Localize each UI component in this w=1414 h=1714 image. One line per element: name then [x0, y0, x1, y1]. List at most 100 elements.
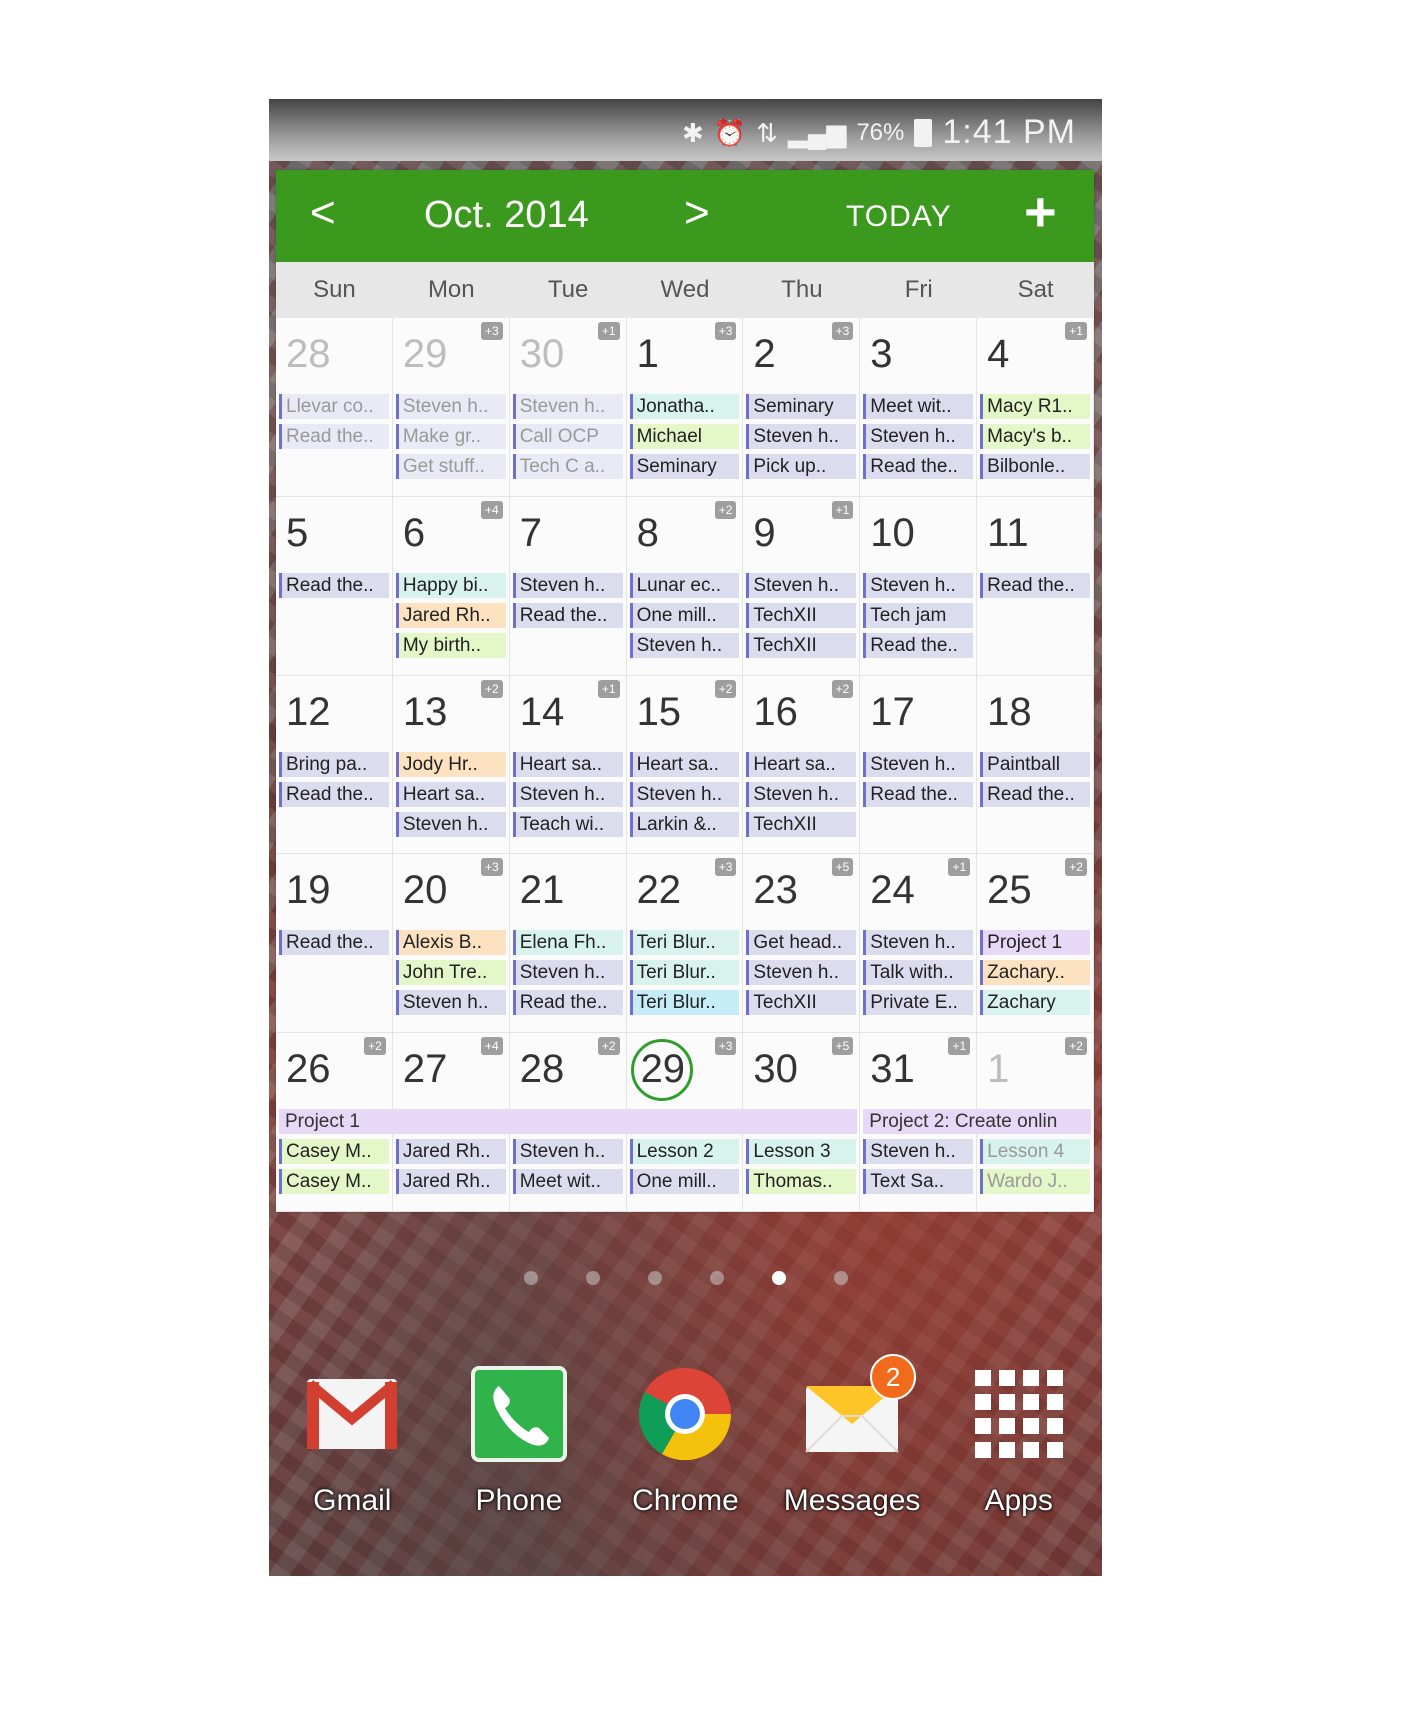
event-chip[interactable]: Steven h.. [512, 781, 623, 807]
event-chip[interactable]: My birth.. [395, 632, 506, 658]
event-chip[interactable]: Teri Blur.. [629, 990, 740, 1016]
event-chip[interactable]: Casey M.. [279, 1139, 389, 1165]
event-chip[interactable]: Text Sa.. [863, 1169, 974, 1195]
event-chip[interactable]: Steven h.. [395, 394, 506, 419]
day-cell[interactable]: 28 Llevar co.. Read the.. [276, 318, 393, 497]
event-chip[interactable]: Steven h.. [863, 1139, 974, 1165]
event-chip[interactable]: Macy R1.. [980, 394, 1090, 419]
chrome-app[interactable]: Chrome [610, 1354, 760, 1554]
event-chip[interactable]: Steven h.. [512, 572, 623, 598]
event-chip[interactable]: Get stuff.. [395, 454, 506, 479]
event-chip[interactable]: Alexis B.. [395, 930, 506, 956]
apps-drawer[interactable]: Apps [944, 1354, 1094, 1554]
event-chip[interactable]: Steven h.. [863, 930, 974, 956]
event-chip[interactable]: Jared Rh.. [395, 602, 506, 628]
event-chip[interactable]: Macy's b.. [980, 424, 1090, 449]
event-chip[interactable]: Heart sa.. [629, 751, 740, 777]
event-chip[interactable]: Zachary [980, 990, 1090, 1016]
event-chip[interactable]: Read the.. [279, 781, 389, 807]
event-chip[interactable]: Meet wit.. [863, 394, 974, 419]
event-chip[interactable]: Read the.. [512, 602, 623, 628]
event-chip[interactable]: Steven h.. [746, 960, 857, 986]
event-chip[interactable]: Heart sa.. [512, 751, 623, 777]
event-chip[interactable]: Jody Hr.. [395, 751, 506, 777]
event-chip[interactable]: Steven h.. [512, 394, 623, 419]
event-chip[interactable]: Read the.. [980, 781, 1090, 807]
page-dot-active[interactable] [771, 1271, 786, 1285]
month-title[interactable]: Oct. 2014 [424, 194, 589, 237]
event-chip[interactable]: Steven h.. [395, 990, 506, 1016]
page-dot[interactable] [523, 1271, 538, 1285]
event-chip[interactable]: Steven h.. [746, 424, 857, 449]
event-chip[interactable]: Teach wi.. [512, 811, 623, 837]
event-chip[interactable]: Lunar ec.. [629, 572, 740, 598]
event-chip[interactable]: Private E.. [863, 990, 974, 1016]
event-chip[interactable]: Read the.. [863, 632, 974, 658]
day-cell[interactable]: 7 Steven h.. Read the.. [509, 496, 627, 676]
day-cell[interactable]: 21 Elena Fh.. Steven h.. Read the.. [509, 854, 627, 1034]
day-cell[interactable]: 5 Read the.. [276, 496, 393, 676]
event-chip[interactable]: TechXII [746, 632, 857, 658]
gmail-app[interactable]: Gmail [277, 1354, 427, 1554]
event-chip[interactable]: Steven h.. [863, 424, 974, 449]
day-cell[interactable]: 13 +2 Jody Hr.. Heart sa.. Steven h.. [392, 675, 510, 855]
event-chip[interactable]: Seminary [746, 394, 857, 419]
day-cell[interactable]: 2 +3 Seminary Steven h.. Pick up.. [743, 318, 861, 497]
day-cell[interactable]: 19 Read the.. [276, 854, 393, 1034]
multi-day-event[interactable]: Project 1 [279, 1109, 858, 1135]
day-cell[interactable]: 9 +1 Steven h.. TechXII TechXII [743, 496, 861, 676]
event-chip[interactable]: Make gr.. [395, 424, 506, 449]
event-chip[interactable]: Jared Rh.. [395, 1169, 506, 1195]
event-chip[interactable]: Read the.. [279, 930, 389, 956]
event-chip[interactable]: Bilbonle.. [980, 454, 1090, 479]
event-chip[interactable]: Tech C a.. [512, 454, 623, 479]
event-chip[interactable]: Read the.. [279, 424, 389, 449]
event-chip[interactable]: Steven h.. [395, 811, 506, 837]
event-chip[interactable]: Seminary [629, 454, 740, 479]
event-chip[interactable]: Meet wit.. [512, 1169, 623, 1195]
event-chip[interactable]: TechXII [746, 602, 857, 628]
day-cell[interactable]: 16 +2 Heart sa.. Steven h.. TechXII [743, 675, 861, 855]
event-chip[interactable]: Jared Rh.. [395, 1139, 506, 1165]
day-cell[interactable]: 12 Bring pa.. Read the.. [276, 675, 393, 855]
page-dot[interactable] [709, 1271, 724, 1285]
event-chip[interactable]: TechXII [746, 811, 857, 837]
page-dot[interactable] [585, 1271, 600, 1285]
event-chip[interactable]: Michael [629, 424, 740, 449]
day-cell[interactable]: 29 +3 Steven h.. Make gr.. Get stuff.. [392, 318, 510, 497]
day-cell[interactable]: 23 +5 Get head.. Steven h.. TechXII [743, 854, 861, 1034]
phone-app[interactable]: Phone [444, 1354, 594, 1554]
event-chip[interactable]: Read the.. [512, 990, 623, 1016]
event-chip[interactable]: Read the.. [279, 572, 389, 598]
day-cell[interactable]: 17 Steven h.. Read the.. [860, 675, 978, 855]
day-cell[interactable]: 25 +2 Project 1 Zachary.. Zachary [977, 854, 1094, 1034]
event-chip[interactable]: Lesson 4 [980, 1139, 1090, 1165]
event-chip[interactable]: TechXII [746, 990, 857, 1016]
event-chip[interactable]: One mill.. [629, 1169, 740, 1195]
event-chip[interactable]: Teri Blur.. [629, 960, 740, 986]
day-cell[interactable]: 10 Steven h.. Tech jam Read the.. [860, 496, 978, 676]
event-chip[interactable]: Read the.. [863, 781, 974, 807]
event-chip[interactable]: Elena Fh.. [512, 930, 623, 956]
event-chip[interactable]: Steven h.. [629, 632, 740, 658]
page-dot[interactable] [647, 1271, 662, 1285]
event-chip[interactable]: Teri Blur.. [629, 930, 740, 956]
day-cell[interactable]: 14 +1 Heart sa.. Steven h.. Teach wi.. [509, 675, 627, 855]
event-chip[interactable]: Read the.. [980, 572, 1090, 598]
multi-day-event[interactable]: Project 2: Create onlin [863, 1109, 1091, 1135]
event-chip[interactable]: Jonatha.. [629, 394, 740, 419]
day-cell[interactable]: 3 Meet wit.. Steven h.. Read the.. [860, 318, 978, 497]
day-cell[interactable]: 24 +1 Steven h.. Talk with.. Private E.. [860, 854, 978, 1034]
event-chip[interactable]: Pick up.. [746, 454, 857, 479]
today-button[interactable]: TODAY [846, 200, 952, 234]
day-cell[interactable]: 8 +2 Lunar ec.. One mill.. Steven h.. [626, 496, 744, 676]
day-cell[interactable]: 11 Read the.. [977, 496, 1094, 676]
event-chip[interactable]: Happy bi.. [395, 572, 506, 598]
event-chip[interactable]: Steven h.. [512, 1139, 623, 1165]
event-chip[interactable]: Wardo J.. [980, 1169, 1090, 1195]
event-chip[interactable]: Llevar co.. [279, 394, 389, 419]
event-chip[interactable]: Steven h.. [863, 572, 974, 598]
day-cell[interactable]: 22 +3 Teri Blur.. Teri Blur.. Teri Blur.. [626, 854, 744, 1034]
event-chip[interactable]: One mill.. [629, 602, 740, 628]
event-chip[interactable]: Project 1 [980, 930, 1090, 956]
